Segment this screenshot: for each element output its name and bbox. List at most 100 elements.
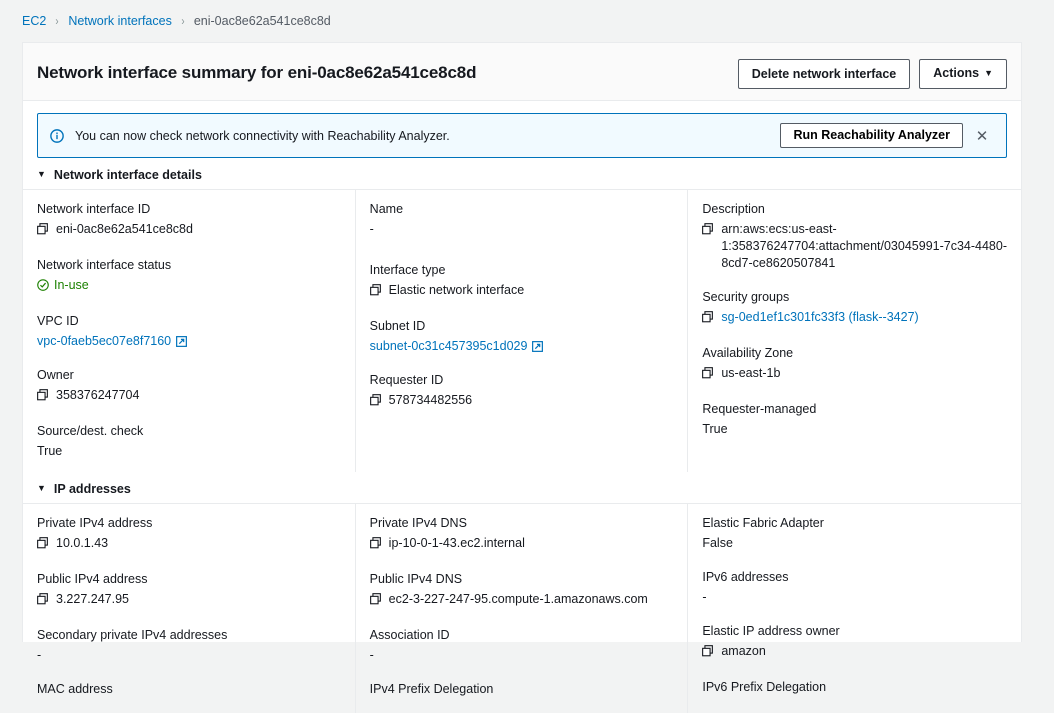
- header-actions: Delete network interface Actions ▼: [737, 59, 1007, 89]
- field-value: 578734482556: [388, 393, 473, 407]
- field-label: Interface type: [369, 263, 446, 277]
- field-private-ipv4-address: Private IPv4 address 10.0.1.43: [37, 515, 341, 554]
- delete-network-interface-button[interactable]: Delete network interface: [737, 59, 911, 89]
- copy-icon[interactable]: [37, 389, 48, 406]
- field-label: IPv6 Prefix Delegation: [702, 680, 827, 694]
- copy-icon[interactable]: [37, 223, 48, 240]
- delete-button-label: Delete network interface: [751, 66, 897, 81]
- copy-icon[interactable]: [702, 367, 714, 384]
- field-value-row[interactable]: vpc-0faeb5ec07e8f7160: [37, 333, 341, 350]
- reachability-analyzer-banner: You can now check network connectivity w…: [37, 113, 1007, 158]
- field-value-row: eni-0ac8e62a541ce8c8d: [37, 221, 341, 240]
- actions-button-label: Actions: [933, 66, 980, 80]
- copy-icon[interactable]: [702, 311, 714, 328]
- breadcrumb-item-ec2[interactable]: EC2: [22, 14, 46, 28]
- field-label: Association ID: [369, 628, 450, 642]
- field-label: Public IPv4 address: [37, 572, 148, 586]
- field-value-row: ec2-3-227-247-95.compute-1.amazonaws.com: [369, 591, 674, 610]
- field-value-row: -: [702, 589, 1007, 606]
- field-value-row: 578734482556: [369, 392, 674, 411]
- field-ipv4-prefix-delegation: IPv4 Prefix Delegation: [370, 681, 674, 701]
- copy-icon[interactable]: [369, 537, 381, 554]
- field-value: ec2-3-227-247-95.compute-1.amazonaws.com: [388, 592, 648, 606]
- field-value: -: [369, 648, 374, 662]
- chevron-down-icon: ▼: [984, 68, 993, 78]
- field-value: True: [37, 444, 63, 458]
- field-network-interface-id: Network interface ID eni-0ac8e62a541ce8c…: [37, 201, 341, 240]
- field-value: arn:aws:ecs:us-east-1:358376247704:attac…: [721, 222, 1007, 270]
- field-value: eni-0ac8e62a541ce8c8d: [56, 222, 193, 236]
- breadcrumb-separator: ›: [55, 14, 59, 28]
- field-value-row: amazon: [702, 643, 1007, 662]
- chevron-down-icon: ▼: [37, 169, 46, 179]
- field-ipv6-addresses: IPv6 addresses -: [702, 569, 1007, 606]
- close-icon[interactable]: ✕: [969, 124, 995, 148]
- field-label: Elastic Fabric Adapter: [702, 516, 824, 530]
- field-value: True: [702, 422, 728, 436]
- field-value-row: 3.227.247.95: [37, 591, 341, 610]
- field-value: In-use: [54, 278, 89, 292]
- field-label: Secondary private IPv4 addresses: [37, 628, 228, 642]
- copy-icon[interactable]: [369, 593, 381, 610]
- breadcrumb: EC2 › Network interfaces › eni-0ac8e62a5…: [0, 0, 1054, 42]
- run-reachability-analyzer-button[interactable]: Run Reachability Analyzer: [780, 123, 963, 148]
- field-label: Private IPv4 DNS: [369, 516, 467, 530]
- banner-message: You can now check network connectivity w…: [75, 128, 450, 143]
- field-elastic-fabric-adapter: Elastic Fabric Adapter False: [702, 515, 1007, 552]
- field-label: Security groups: [702, 290, 790, 304]
- field-value-row: ip-10-0-1-43.ec2.internal: [369, 535, 674, 554]
- field-ipv6-prefix-delegation: IPv6 Prefix Delegation: [702, 679, 1007, 699]
- field-value: 10.0.1.43: [56, 536, 109, 550]
- details-column-1: Network interface ID eni-0ac8e62a541ce8c…: [23, 190, 356, 472]
- field-value-row: 10.0.1.43: [37, 535, 341, 554]
- field-label: Requester ID: [369, 373, 444, 387]
- field-network-interface-status: Network interface status In-use: [37, 257, 341, 296]
- copy-icon[interactable]: [702, 645, 714, 662]
- field-value-link[interactable]: vpc-0faeb5ec07e8f7160: [37, 333, 171, 350]
- field-value: 358376247704: [56, 388, 140, 402]
- copy-icon[interactable]: [37, 593, 48, 610]
- field-value-row: arn:aws:ecs:us-east-1:358376247704:attac…: [702, 221, 1007, 272]
- field-association-id: Association ID -: [370, 627, 674, 664]
- field-value-link[interactable]: subnet-0c31c457395c1d029: [370, 338, 528, 355]
- copy-icon[interactable]: [702, 223, 714, 240]
- field-label: IPv6 addresses: [702, 570, 789, 584]
- field-label: VPC ID: [37, 314, 79, 328]
- field-security-groups: Security groups sg-0ed1ef1c301fc33f3 (fl…: [702, 289, 1007, 328]
- field-value-row: Elastic network interface: [369, 282, 674, 301]
- check-circle-icon: [37, 279, 49, 296]
- details-grid: Network interface ID eni-0ac8e62a541ce8c…: [23, 189, 1021, 472]
- field-name: Name -: [370, 201, 674, 238]
- external-link-icon[interactable]: [532, 340, 544, 357]
- field-private-ipv4-dns: Private IPv4 DNS ip-10-0-1-43.ec2.intern…: [370, 515, 674, 554]
- field-vpc-id: VPC ID vpc-0faeb5ec07e8f7160: [37, 313, 341, 350]
- field-value-row: -: [37, 647, 341, 664]
- copy-icon[interactable]: [369, 394, 381, 411]
- field-owner: Owner 358376247704: [37, 367, 341, 406]
- field-value: us-east-1b: [721, 366, 781, 380]
- breadcrumb-item-network-interfaces[interactable]: Network interfaces: [68, 14, 172, 28]
- details-column-2: Name - Interface type Elastic network in…: [356, 190, 689, 472]
- field-label: Source/dest. check: [37, 424, 144, 438]
- field-value-row: False: [702, 535, 1007, 552]
- section-header-ip-addresses[interactable]: ▼ IP addresses: [23, 472, 1021, 503]
- card-header: Network interface summary for eni-0ac8e6…: [23, 43, 1021, 101]
- field-value-link[interactable]: sg-0ed1ef1c301fc33f3 (flask--3427): [721, 309, 1007, 326]
- external-link-icon[interactable]: [176, 335, 188, 352]
- field-value-row: True: [37, 443, 341, 460]
- field-interface-type: Interface type Elastic network interface: [370, 262, 674, 301]
- field-label: Network interface status: [37, 258, 172, 272]
- actions-button[interactable]: Actions ▼: [919, 59, 1007, 89]
- copy-icon[interactable]: [369, 284, 381, 301]
- field-value: False: [702, 536, 733, 550]
- section-header-network-interface-details[interactable]: ▼ Network interface details: [23, 158, 1021, 189]
- field-label: MAC address: [37, 682, 113, 696]
- field-value: 3.227.247.95: [56, 592, 129, 606]
- run-reachability-analyzer-label: Run Reachability Analyzer: [793, 128, 950, 142]
- field-value-row[interactable]: sg-0ed1ef1c301fc33f3 (flask--3427): [702, 309, 1007, 328]
- field-value: -: [37, 648, 42, 662]
- copy-icon[interactable]: [37, 537, 48, 554]
- field-value: -: [702, 590, 707, 604]
- field-value-row[interactable]: subnet-0c31c457395c1d029: [370, 338, 674, 355]
- page-title: Network interface summary for eni-0ac8e6…: [37, 63, 477, 82]
